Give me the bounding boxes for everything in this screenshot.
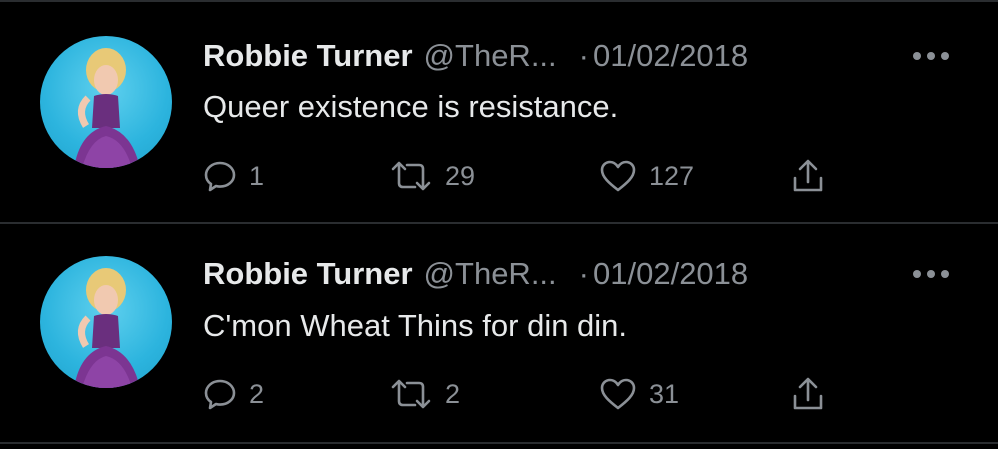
tweet-actions: 1 29 127 (203, 156, 853, 196)
separator: · (578, 38, 589, 73)
share-button[interactable] (791, 156, 825, 196)
retweet-button[interactable]: 2 (389, 374, 460, 414)
reply-button[interactable]: 1 (203, 156, 264, 196)
tweet-actions: 2 2 31 (203, 374, 853, 414)
author-name[interactable]: Robbie Turner (203, 256, 413, 292)
more-icon[interactable] (913, 269, 949, 279)
heart-icon (600, 378, 636, 410)
retweet-count: 2 (445, 378, 461, 409)
share-icon (793, 377, 823, 410)
bottom-divider (0, 442, 998, 444)
avatar[interactable] (40, 256, 172, 388)
tweet-text: Queer existence is resistance. (203, 89, 619, 124)
tweet-header: Robbie Turner @TheR... · 01/02/2018 (203, 38, 748, 78)
retweet-count: 29 (445, 160, 476, 191)
retweet-icon (391, 161, 431, 191)
reply-count: 1 (249, 160, 265, 191)
avatar[interactable] (40, 36, 172, 168)
author-handle[interactable]: @TheR... (424, 38, 557, 74)
tweet-date[interactable]: 01/02/2018 (593, 256, 748, 292)
tweet[interactable]: Robbie Turner @TheR... · 01/02/2018 Quee… (0, 2, 998, 220)
author-name[interactable]: Robbie Turner (203, 38, 413, 74)
tweet[interactable]: Robbie Turner @TheR... · 01/02/2018 C'mo… (0, 224, 998, 442)
like-button[interactable]: 31 (599, 374, 679, 414)
like-button[interactable]: 127 (599, 156, 694, 196)
timeline-feed: Robbie Turner @TheR... · 01/02/2018 Quee… (0, 0, 998, 449)
share-button[interactable] (791, 374, 825, 414)
author-handle[interactable]: @TheR... (424, 256, 557, 292)
more-icon[interactable] (913, 51, 949, 61)
reply-icon (204, 161, 236, 192)
retweet-icon (391, 379, 431, 409)
like-count: 127 (649, 160, 695, 191)
separator: · (578, 256, 589, 291)
like-count: 31 (649, 378, 680, 409)
tweet-date[interactable]: 01/02/2018 (593, 38, 748, 74)
reply-button[interactable]: 2 (203, 374, 264, 414)
reply-icon (204, 379, 236, 410)
reply-count: 2 (249, 378, 265, 409)
heart-icon (600, 160, 636, 192)
tweet-header: Robbie Turner @TheR... · 01/02/2018 (203, 256, 748, 296)
retweet-button[interactable]: 29 (389, 156, 475, 196)
share-icon (793, 159, 823, 192)
tweet-text: C'mon Wheat Thins for din din. (203, 308, 628, 343)
